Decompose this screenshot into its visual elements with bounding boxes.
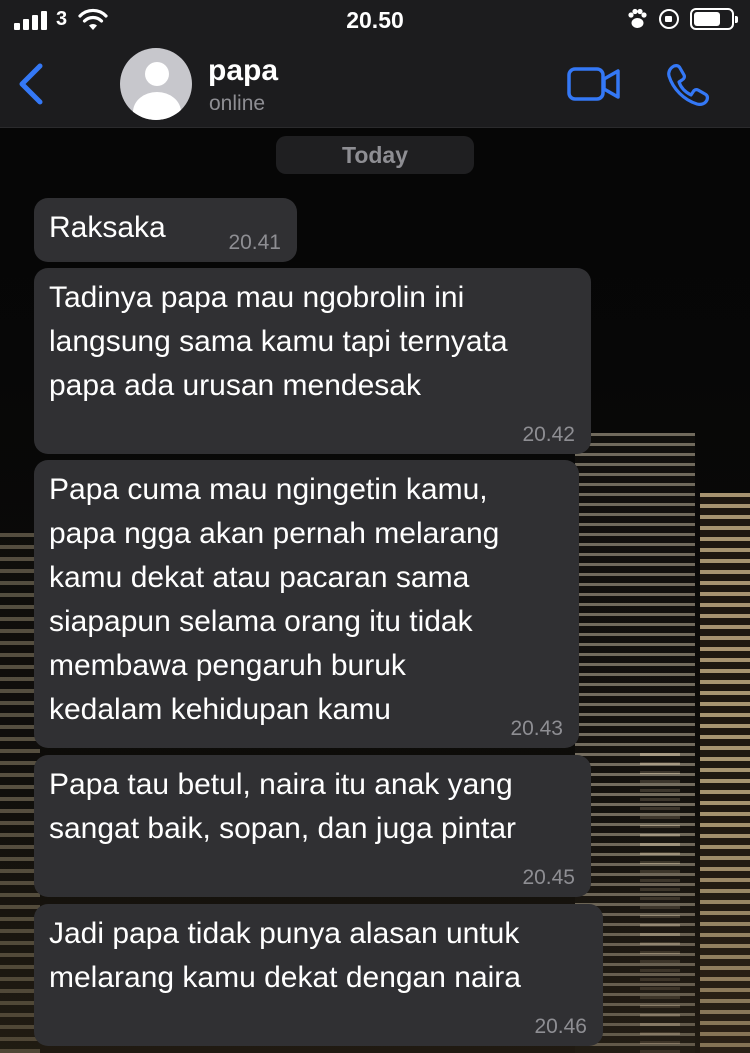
message-text: Tadinya papa mau ngobrolin ini langsung … xyxy=(49,281,508,402)
message-text: Papa cuma mau ngingetin kamu, papa ngga … xyxy=(49,473,500,726)
message-time: 20.45 xyxy=(522,866,575,889)
message-bubble[interactable]: Papa tau betul, naira itu anak yang sang… xyxy=(34,755,591,897)
message-bubble[interactable]: Tadinya papa mau ngobrolin ini langsung … xyxy=(34,268,591,454)
contact-status: online xyxy=(209,92,266,115)
status-bar: 3 20.50 xyxy=(0,0,750,40)
message-bubble[interactable]: Raksaka 20.41 xyxy=(34,198,297,262)
message-text: Papa tau betul, naira itu anak yang sang… xyxy=(49,768,517,845)
back-chevron-icon[interactable] xyxy=(12,60,52,108)
paw-icon xyxy=(628,8,647,28)
message-text: Jadi papa tidak punya alasan untuk melar… xyxy=(49,917,521,994)
phone-icon[interactable] xyxy=(664,60,712,108)
message-time: 20.46 xyxy=(534,1015,587,1038)
battery-icon xyxy=(690,8,738,30)
contact-name[interactable]: papa xyxy=(208,54,278,88)
message-bubble[interactable]: Jadi papa tidak punya alasan untuk melar… xyxy=(34,904,603,1046)
message-time: 20.41 xyxy=(228,231,281,254)
video-call-icon[interactable] xyxy=(566,64,622,104)
avatar-placeholder-icon xyxy=(145,62,169,86)
avatar[interactable] xyxy=(120,48,192,120)
date-divider: Today xyxy=(276,136,474,174)
message-time: 20.42 xyxy=(522,423,575,446)
chat-header: papa online xyxy=(0,40,750,128)
orientation-lock-icon xyxy=(659,9,679,29)
message-time: 20.43 xyxy=(510,717,563,740)
message-bubble[interactable]: Papa cuma mau ngingetin kamu, papa ngga … xyxy=(34,460,579,748)
